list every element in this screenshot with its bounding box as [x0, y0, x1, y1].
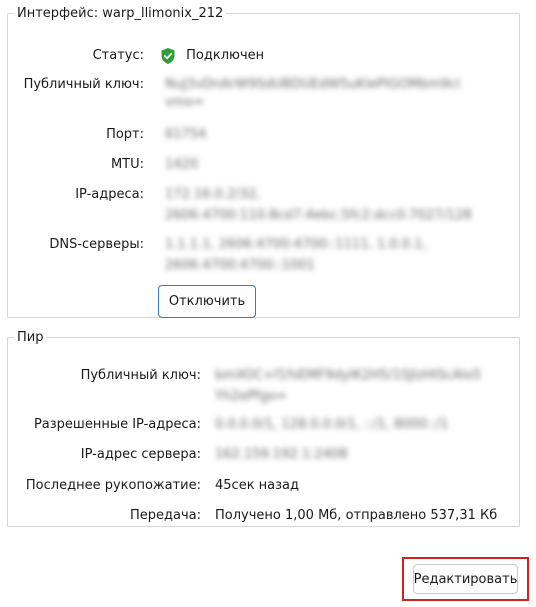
interface-group: Интерфейс: warp_llimonix_212 Статус: Под… — [7, 6, 520, 318]
port-label: Порт: — [106, 127, 144, 142]
allowed-ips-label: Разрешенные IP-адреса: — [33, 417, 201, 432]
status-value-row: Подключен — [160, 47, 264, 65]
handshake-label: Последнее рукопожатие: — [25, 478, 201, 493]
peer-pubkey-value-1: bmXOC+f1fsEMF9dyIK2H5/1SJIzHIScAlo5 — [215, 368, 482, 383]
port-value: 61754 — [165, 127, 207, 142]
dns-label: DNS-серверы: — [49, 237, 144, 252]
status-value: Подключен — [186, 48, 265, 63]
disconnect-button[interactable]: Отключить — [158, 285, 256, 318]
transfer-value: Получено 1,00 Мб, отправлено 537,31 Кб — [215, 508, 498, 523]
interface-legend: Интерфейс: warp_llimonix_212 — [17, 6, 224, 21]
mtu-value: 1420 — [165, 157, 199, 172]
pubkey-label: Публичный ключ: — [23, 77, 144, 92]
peer-pubkey-value-2: Yh2ePfgo= — [215, 389, 287, 404]
mtu-label: MTU: — [110, 157, 144, 172]
edit-button[interactable]: Редактировать — [413, 564, 518, 594]
peer-pubkey-label: Публичный ключ: — [80, 368, 201, 383]
peer-group: Пир Публичный ключ: bmXOC+f1fsEMF9dyIK2H… — [7, 330, 520, 527]
endpoint-value: 162.159.192.1:2408 — [215, 447, 348, 462]
status-label: Статус: — [92, 48, 144, 63]
shield-check-icon — [160, 47, 176, 65]
allowed-ips-value: 0.0.0.0/1, 128.0.0.0/1, ::/1, 8000::/1 — [215, 417, 449, 432]
pubkey-value: NuJ3vDnArW9SdUBDUEdW5uKlePIGOMbm9clvmo= — [165, 77, 460, 110]
ip-value-1: 172.16.0.2/32, — [165, 187, 261, 202]
endpoint-label: IP-адрес сервера: — [80, 447, 201, 462]
transfer-label: Передача: — [129, 508, 201, 523]
dns-value-2: 2606:4700:4700::1001 — [165, 258, 315, 273]
edit-button-highlight: Редактировать — [402, 557, 529, 601]
ip-label: IP-адреса: — [75, 187, 144, 202]
handshake-value: 45сек назад — [215, 478, 300, 493]
ip-value-2: 2606:4700:110:8cd7:4ebc:5fc2:dcc0:7027/1… — [165, 208, 472, 223]
dns-value-1: 1.1.1.1, 2606:4700:4700::1111, 1.0.0.1, — [165, 237, 427, 252]
peer-legend: Пир — [17, 330, 44, 345]
